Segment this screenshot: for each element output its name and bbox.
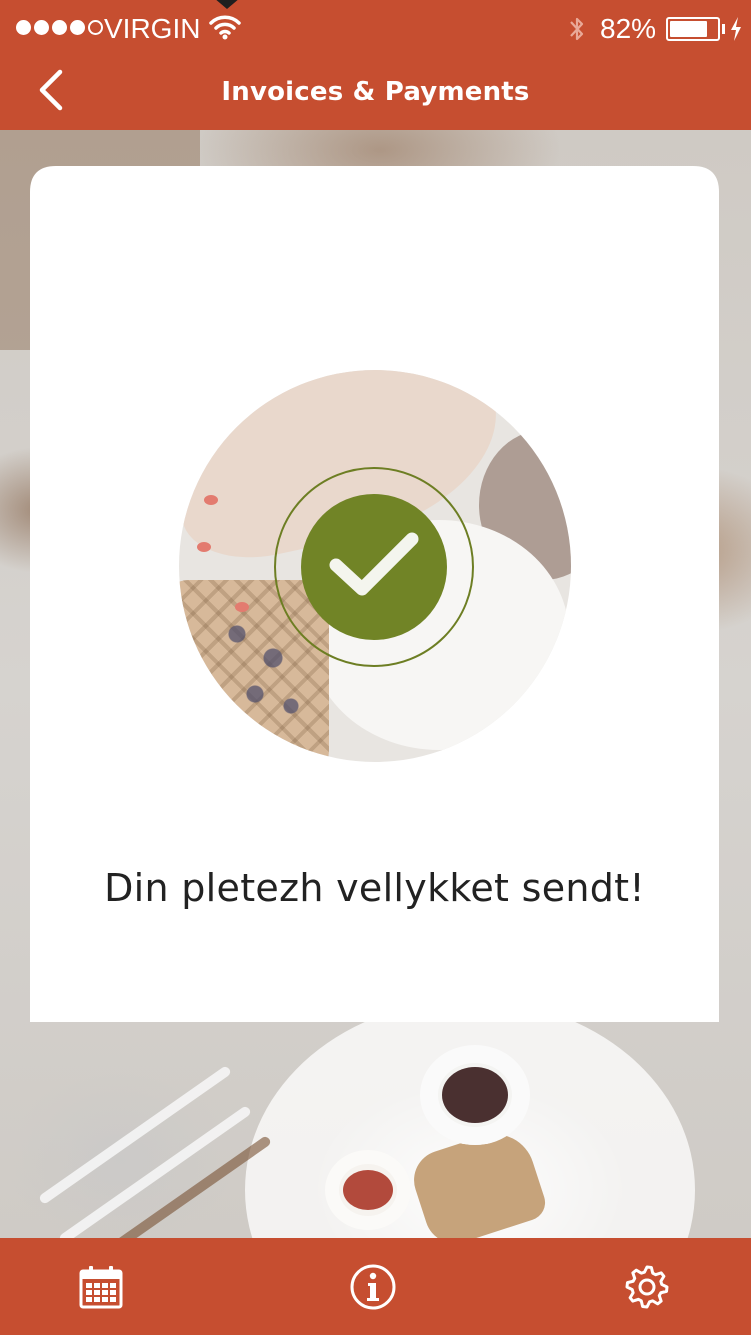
check-icon bbox=[329, 532, 419, 596]
wifi-icon bbox=[208, 13, 242, 48]
background-sauce-cup bbox=[325, 1150, 411, 1230]
photo-nail bbox=[197, 542, 211, 552]
bluetooth-icon bbox=[566, 14, 588, 51]
tab-info[interactable] bbox=[348, 1262, 398, 1312]
signal-dot bbox=[52, 20, 67, 35]
status-bar: VIRGIN 82% bbox=[0, 0, 751, 58]
success-badge bbox=[301, 494, 447, 640]
signal-dot bbox=[16, 20, 31, 35]
navigation-bar: Invoices & Payments bbox=[0, 58, 751, 130]
calendar-icon bbox=[79, 1266, 123, 1309]
confirmation-card: Din pletezh vellykket sendt! bbox=[30, 166, 719, 1040]
signal-strength bbox=[16, 20, 103, 35]
charging-bolt-icon bbox=[729, 16, 743, 49]
page-title: Invoices & Payments bbox=[221, 77, 530, 107]
tab-settings[interactable] bbox=[622, 1262, 672, 1312]
photo-nail bbox=[204, 495, 218, 505]
signal-dot bbox=[70, 20, 85, 35]
battery-icon bbox=[666, 17, 720, 41]
background-bowl bbox=[420, 1045, 530, 1145]
signal-dot bbox=[34, 20, 49, 35]
gear-icon bbox=[625, 1265, 669, 1309]
info-icon bbox=[350, 1264, 396, 1310]
battery-level-fill bbox=[670, 21, 707, 37]
photo-nail bbox=[235, 602, 249, 612]
tab-calendar[interactable] bbox=[76, 1262, 126, 1312]
notch-indicator-icon bbox=[214, 0, 240, 9]
battery-nub bbox=[722, 24, 725, 34]
carrier-name: VIRGIN bbox=[104, 13, 201, 44]
signal-dot bbox=[88, 20, 103, 35]
tab-bar bbox=[0, 1238, 751, 1335]
success-message: Din pletezh vellykket sendt! bbox=[104, 866, 645, 910]
battery-percentage: 82% bbox=[600, 13, 657, 44]
